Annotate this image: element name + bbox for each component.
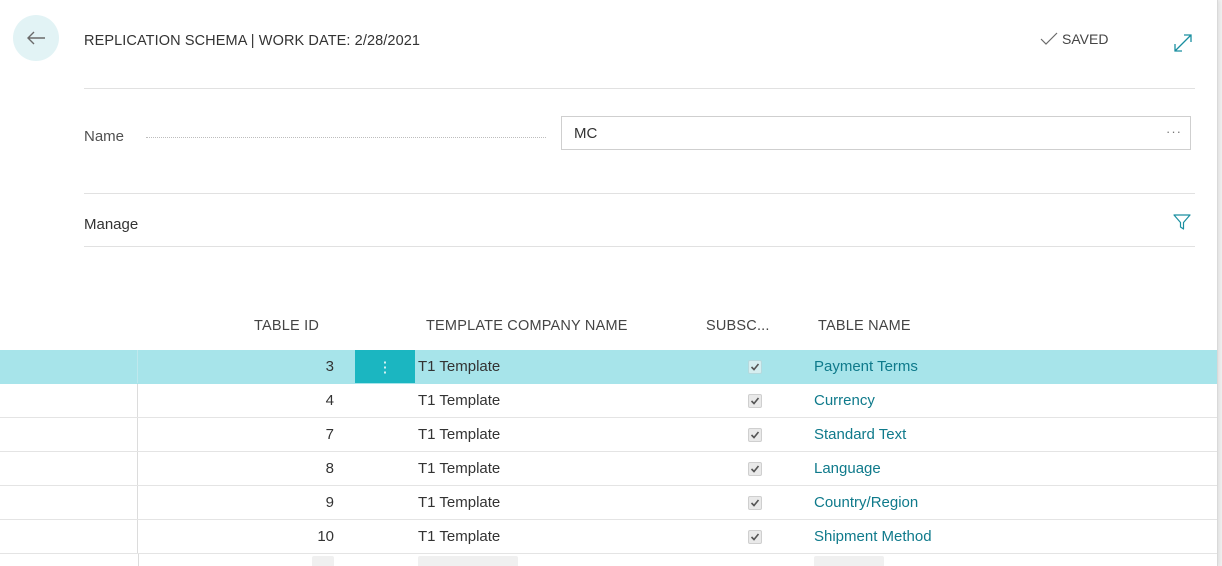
row-menu-icon[interactable] bbox=[355, 520, 415, 553]
table-row[interactable]: 3 ⋮ T1 Template Payment Terms bbox=[0, 350, 1217, 384]
cell-subscribed[interactable] bbox=[740, 486, 770, 519]
row-menu-icon[interactable]: ⋮ bbox=[355, 350, 415, 383]
cell-subscribed[interactable] bbox=[740, 452, 770, 485]
table-row[interactable]: 7 T1 Template Standard Text bbox=[0, 418, 1217, 452]
row-selector[interactable] bbox=[0, 486, 138, 519]
cell-subscribed[interactable] bbox=[740, 520, 770, 553]
column-header-table-name[interactable]: TABLE NAME bbox=[818, 318, 911, 334]
cell-template-company-name[interactable]: T1 Template bbox=[418, 350, 688, 383]
replication-table: 3 ⋮ T1 Template Payment Terms 4 T1 Templ… bbox=[0, 350, 1217, 554]
table-row-partial bbox=[0, 554, 1217, 566]
column-header-table-id[interactable]: TABLE ID bbox=[254, 318, 319, 334]
cell-table-name-link[interactable]: Standard Text bbox=[814, 418, 1194, 451]
checkbox-checked-icon[interactable] bbox=[748, 427, 762, 442]
cell-table-id[interactable]: 3 bbox=[140, 350, 334, 383]
checkmark-icon bbox=[1040, 32, 1058, 45]
header-divider bbox=[84, 88, 1195, 89]
row-menu-icon[interactable] bbox=[355, 418, 415, 451]
saved-status: SAVED bbox=[1040, 31, 1108, 47]
cell-table-id[interactable]: 9 bbox=[140, 486, 334, 519]
row-selector[interactable] bbox=[0, 520, 138, 553]
table-row[interactable]: 10 T1 Template Shipment Method bbox=[0, 520, 1217, 554]
cell-template-company-name[interactable]: T1 Template bbox=[418, 452, 688, 485]
cell-template-company-name[interactable]: T1 Template bbox=[418, 418, 688, 451]
cell-subscribed[interactable] bbox=[740, 350, 770, 383]
back-arrow-icon bbox=[27, 31, 45, 45]
name-field-label: Name bbox=[84, 128, 125, 145]
row-selector[interactable] bbox=[0, 350, 138, 383]
filter-icon[interactable] bbox=[1172, 212, 1192, 232]
checkbox-checked-icon[interactable] bbox=[748, 529, 762, 544]
cell-table-id[interactable]: 4 bbox=[140, 384, 334, 417]
cell-template-company-name[interactable]: T1 Template bbox=[418, 384, 688, 417]
partial-cell bbox=[814, 556, 884, 566]
name-input[interactable]: MC ··· bbox=[561, 116, 1191, 150]
cell-template-company-name[interactable]: T1 Template bbox=[418, 486, 688, 519]
manage-action[interactable]: Manage bbox=[84, 216, 138, 233]
checkbox-checked-icon[interactable] bbox=[748, 359, 762, 374]
expand-button[interactable] bbox=[1172, 32, 1194, 54]
name-field-leader bbox=[146, 137, 546, 138]
row-menu-icon[interactable] bbox=[355, 452, 415, 485]
table-row[interactable]: 9 T1 Template Country/Region bbox=[0, 486, 1217, 520]
cell-subscribed[interactable] bbox=[740, 384, 770, 417]
page-title: REPLICATION SCHEMA | WORK DATE: 2/28/202… bbox=[84, 33, 421, 49]
partial-cell bbox=[312, 556, 334, 566]
actions-divider bbox=[84, 246, 1195, 247]
row-menu-icon[interactable] bbox=[355, 486, 415, 519]
cell-subscribed[interactable] bbox=[740, 418, 770, 451]
cell-table-name-link[interactable]: Currency bbox=[814, 384, 1194, 417]
cell-table-name-link[interactable]: Payment Terms bbox=[814, 350, 1194, 383]
row-selector bbox=[0, 554, 139, 566]
cell-table-name-link[interactable]: Shipment Method bbox=[814, 520, 1194, 553]
cell-table-id[interactable]: 7 bbox=[140, 418, 334, 451]
row-selector[interactable] bbox=[0, 384, 138, 417]
fields-divider bbox=[84, 193, 1195, 194]
column-header-subscribed[interactable]: SUBSC... bbox=[706, 318, 770, 334]
page-card: REPLICATION SCHEMA | WORK DATE: 2/28/202… bbox=[0, 0, 1218, 566]
table-row[interactable]: 4 T1 Template Currency bbox=[0, 384, 1217, 418]
row-menu-icon[interactable] bbox=[355, 384, 415, 417]
saved-label: SAVED bbox=[1062, 31, 1109, 47]
ellipsis-icon[interactable]: ··· bbox=[1166, 124, 1182, 139]
row-selector[interactable] bbox=[0, 452, 138, 485]
cell-table-id[interactable]: 10 bbox=[140, 520, 334, 553]
checkbox-checked-icon[interactable] bbox=[748, 461, 762, 476]
row-selector[interactable] bbox=[0, 418, 138, 451]
cell-table-name-link[interactable]: Country/Region bbox=[814, 486, 1194, 519]
partial-cell bbox=[418, 556, 518, 566]
expand-icon bbox=[1174, 34, 1192, 52]
cell-table-name-link[interactable]: Language bbox=[814, 452, 1194, 485]
back-button[interactable] bbox=[13, 15, 59, 61]
cell-template-company-name[interactable]: T1 Template bbox=[418, 520, 688, 553]
cell-table-id[interactable]: 8 bbox=[140, 452, 334, 485]
name-input-value: MC bbox=[574, 124, 598, 142]
checkbox-checked-icon[interactable] bbox=[748, 393, 762, 408]
checkbox-checked-icon[interactable] bbox=[748, 495, 762, 510]
column-header-template-company-name[interactable]: TEMPLATE COMPANY NAME bbox=[426, 318, 628, 334]
table-row[interactable]: 8 T1 Template Language bbox=[0, 452, 1217, 486]
